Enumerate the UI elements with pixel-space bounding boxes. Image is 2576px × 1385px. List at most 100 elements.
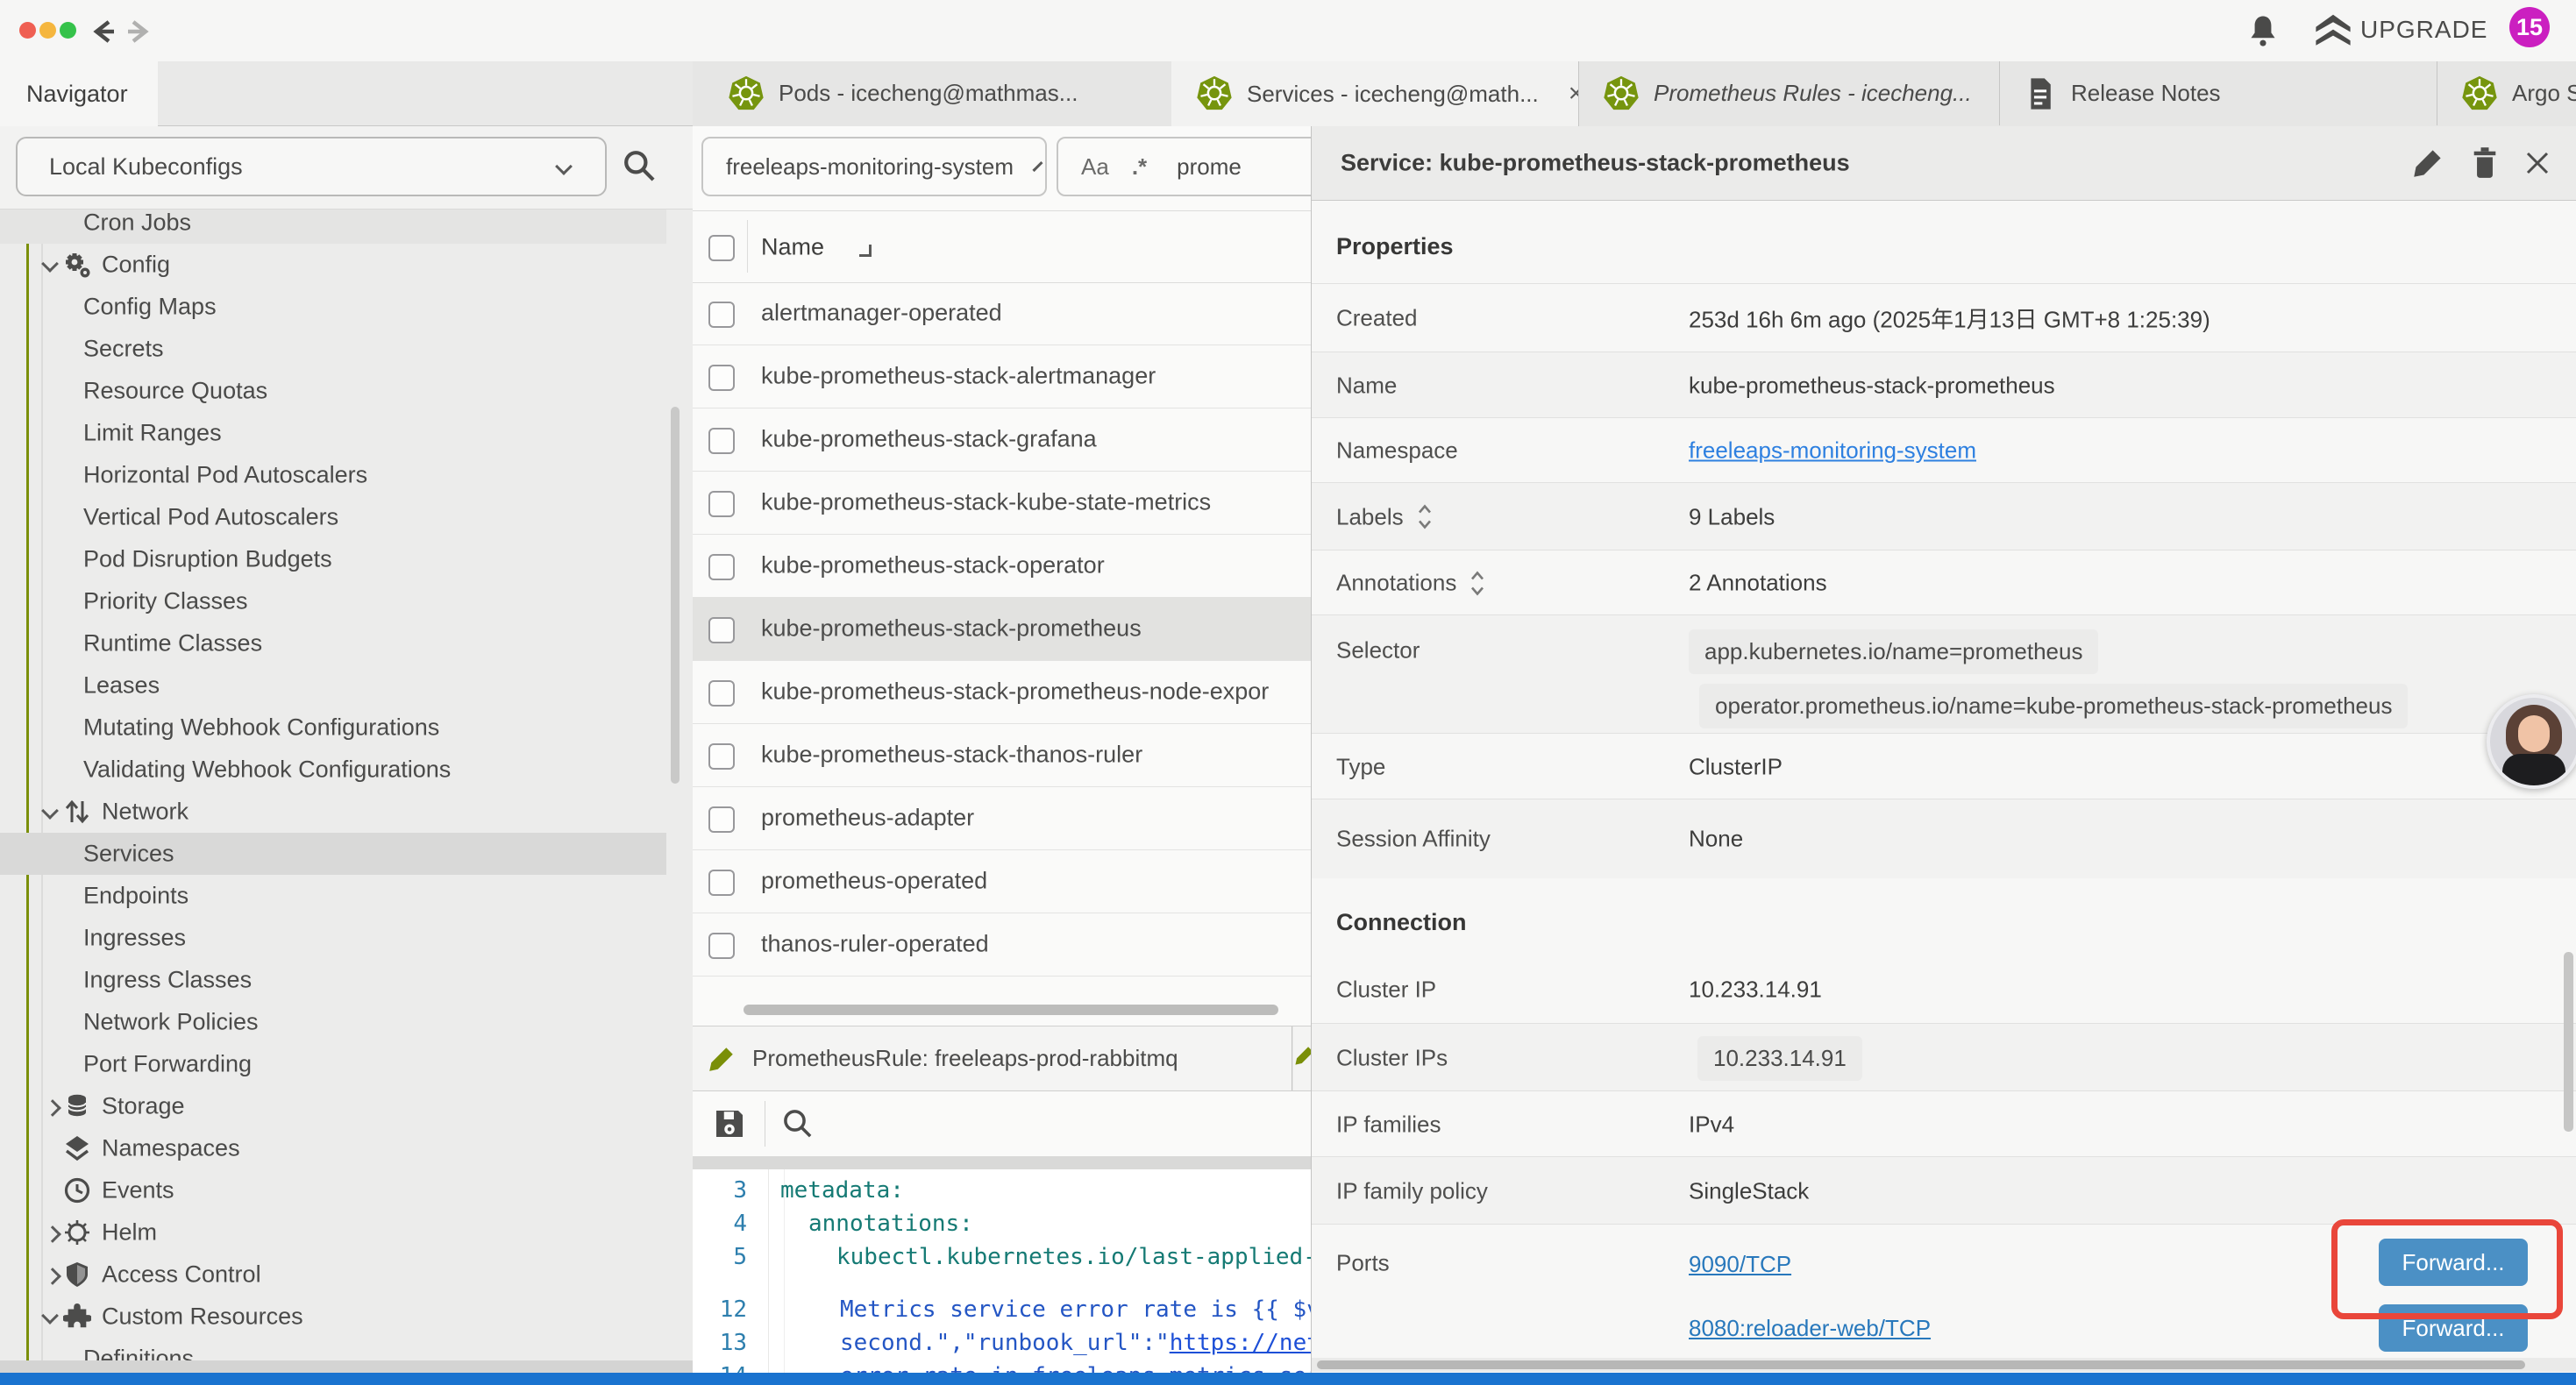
section-heading-connection: Connection xyxy=(1336,909,1467,936)
editor-tab-bar: PrometheusRule: freeleaps-prod-rabbitmq xyxy=(693,1026,1311,1091)
sidebar-item-limit-ranges[interactable]: Limit Ranges xyxy=(0,412,666,454)
table-horizontal-scrollbar-thumb[interactable] xyxy=(744,1005,1278,1015)
table-row[interactable]: kube-prometheus-stack-thanos-ruler xyxy=(693,723,1311,787)
sidebar-item-config-maps[interactable]: Config Maps xyxy=(0,286,666,328)
yaml-editor[interactable]: 3metadata: 4annotations: 5kubectl.kubern… xyxy=(693,1169,1311,1385)
sidebar-item-storage[interactable]: Storage xyxy=(0,1085,666,1127)
tab-services[interactable]: Services - icecheng@math... × xyxy=(1171,61,1579,126)
row-checkbox[interactable] xyxy=(708,806,735,833)
sidebar-item-cron-jobs[interactable]: Cron Jobs xyxy=(0,209,666,244)
row-checkbox[interactable] xyxy=(708,428,735,454)
table-row[interactable]: kube-prometheus-stack-kube-state-metrics xyxy=(693,471,1311,535)
sidebar-item-ingress-classes[interactable]: Ingress Classes xyxy=(0,959,666,1001)
sidebar-item-custom-resources[interactable]: Custom Resources xyxy=(0,1296,666,1338)
minimize-window-button[interactable] xyxy=(39,22,56,39)
search-icon[interactable] xyxy=(621,147,658,184)
table-row[interactable]: thanos-ruler-operated xyxy=(693,913,1311,977)
row-checkbox[interactable] xyxy=(708,680,735,707)
detail-horizontal-scrollbar-thumb[interactable] xyxy=(1317,1360,2525,1369)
table-row-selected[interactable]: kube-prometheus-stack-prometheus xyxy=(693,597,1311,661)
search-icon[interactable] xyxy=(780,1106,815,1141)
sidebar-horizontal-scrollbar[interactable] xyxy=(0,1360,693,1373)
table-row[interactable]: prometheus-adapter xyxy=(693,786,1311,850)
row-checkbox[interactable] xyxy=(708,491,735,517)
match-case-icon[interactable]: Aa xyxy=(1081,153,1109,181)
table-row[interactable]: kube-prometheus-stack-alertmanager xyxy=(693,344,1311,408)
clock-icon xyxy=(63,1176,91,1204)
sidebar-item-resource-quotas[interactable]: Resource Quotas xyxy=(0,370,666,412)
tab-pods[interactable]: Pods - icecheng@mathmas... xyxy=(703,61,1172,125)
filter-search-input[interactable]: Aa .* prome xyxy=(1057,137,1311,196)
sidebar-item-port-forwarding[interactable]: Port Forwarding xyxy=(0,1043,666,1085)
close-window-button[interactable] xyxy=(19,22,36,39)
table-row[interactable]: kube-prometheus-stack-prometheus-node-ex… xyxy=(693,660,1311,724)
upgrade-label[interactable]: UPGRADE xyxy=(2360,16,2487,44)
row-checkbox[interactable] xyxy=(708,617,735,643)
port-link-9090[interactable]: 9090/TCP xyxy=(1689,1251,1791,1278)
sidebar-item-leases[interactable]: Leases xyxy=(0,664,666,707)
tab-release-notes[interactable]: Release Notes xyxy=(1999,61,2437,125)
sidebar-item-horizontal-pod-autoscalers[interactable]: Horizontal Pod Autoscalers xyxy=(0,454,666,496)
kubeconfig-selector[interactable]: Local Kubeconfigs xyxy=(16,137,607,196)
upgrade-icon[interactable] xyxy=(2313,12,2353,49)
navigator-panel-tab[interactable]: Navigator xyxy=(0,61,158,126)
table-row[interactable]: alertmanager-operated xyxy=(693,281,1311,345)
editor-tab-prometheusrule[interactable]: PrometheusRule: freeleaps-prod-rabbitmq xyxy=(693,1026,1292,1090)
maximize-window-button[interactable] xyxy=(60,22,76,39)
sidebar-item-access-control[interactable]: Access Control xyxy=(0,1254,666,1296)
row-checkbox[interactable] xyxy=(708,870,735,896)
edit-pencil-icon[interactable] xyxy=(2412,147,2444,179)
expand-collapse-icon[interactable] xyxy=(1469,570,1486,596)
sidebar-item-namespaces[interactable]: Namespaces xyxy=(0,1127,666,1169)
sidebar-item-helm[interactable]: Helm xyxy=(0,1211,666,1254)
line-number: 5 xyxy=(693,1240,747,1274)
port-link-8080[interactable]: 8080:reloader-web/TCP xyxy=(1689,1315,1931,1342)
runbook-url-link[interactable]: https://netda xyxy=(1170,1330,1311,1356)
editor-scroll-strip[interactable] xyxy=(693,1156,1311,1169)
notifications-bell-icon[interactable] xyxy=(2246,13,2280,48)
detail-horizontal-scrollbar[interactable] xyxy=(1312,1358,2576,1372)
row-checkbox[interactable] xyxy=(708,302,735,328)
regex-icon[interactable]: .* xyxy=(1132,153,1147,181)
notification-count-badge[interactable]: 15 xyxy=(2509,7,2550,47)
sidebar-item-pod-disruption-budgets[interactable]: Pod Disruption Budgets xyxy=(0,538,666,580)
delete-trash-icon[interactable] xyxy=(2469,146,2501,179)
tab-argo[interactable]: Argo Se xyxy=(2437,61,2576,125)
sidebar-item-mutating-webhook-configurations[interactable]: Mutating Webhook Configurations xyxy=(0,707,666,749)
user-avatar[interactable] xyxy=(2487,694,2576,789)
save-icon[interactable] xyxy=(712,1106,747,1141)
namespace-selector[interactable]: freeleaps-monitoring-system xyxy=(701,137,1047,196)
sidebar-item-ingresses[interactable]: Ingresses xyxy=(0,917,666,959)
close-icon[interactable] xyxy=(2523,149,2551,177)
sidebar-item-network[interactable]: Network xyxy=(0,791,666,833)
sidebar-item-network-policies[interactable]: Network Policies xyxy=(0,1001,666,1043)
sidebar-item-vertical-pod-autoscalers[interactable]: Vertical Pod Autoscalers xyxy=(0,496,666,538)
editor-tab-partial[interactable] xyxy=(1293,1026,1311,1090)
tab-prometheus-rules[interactable]: Prometheus Rules - icecheng... xyxy=(1578,61,2000,125)
sidebar-item-validating-webhook-configurations[interactable]: Validating Webhook Configurations xyxy=(0,749,666,791)
sidebar-item-services[interactable]: Services xyxy=(0,833,666,875)
detail-scrollbar-thumb[interactable] xyxy=(2564,952,2573,1132)
table-row[interactable]: kube-prometheus-stack-operator xyxy=(693,534,1311,598)
sidebar-item-events[interactable]: Events xyxy=(0,1169,666,1211)
forward-icon[interactable] xyxy=(125,17,154,46)
select-all-checkbox[interactable] xyxy=(708,235,735,261)
row-checkbox[interactable] xyxy=(708,365,735,391)
expand-collapse-icon[interactable] xyxy=(1416,504,1434,530)
sidebar-item-priority-classes[interactable]: Priority Classes xyxy=(0,580,666,622)
row-checkbox[interactable] xyxy=(708,743,735,770)
property-row-session-affinity: Session Affinity None xyxy=(1312,799,2576,878)
sidebar-item-config[interactable]: Config xyxy=(0,244,666,286)
table-row[interactable]: kube-prometheus-stack-grafana xyxy=(693,408,1311,472)
namespace-link[interactable]: freeleaps-monitoring-system xyxy=(1689,437,1976,464)
sidebar-item-secrets[interactable]: Secrets xyxy=(0,328,666,370)
property-row-created: Created 253d 16h 6m ago (2025年1月13日 GMT+… xyxy=(1312,283,2576,352)
row-checkbox[interactable] xyxy=(708,554,735,580)
back-icon[interactable] xyxy=(88,17,117,46)
sidebar-item-endpoints[interactable]: Endpoints xyxy=(0,875,666,917)
column-header-name[interactable]: Name xyxy=(761,233,824,260)
sidebar-item-runtime-classes[interactable]: Runtime Classes xyxy=(0,622,666,664)
table-row[interactable]: prometheus-operated xyxy=(693,849,1311,913)
row-checkbox[interactable] xyxy=(708,933,735,959)
sidebar-scrollbar-thumb[interactable] xyxy=(671,407,680,784)
